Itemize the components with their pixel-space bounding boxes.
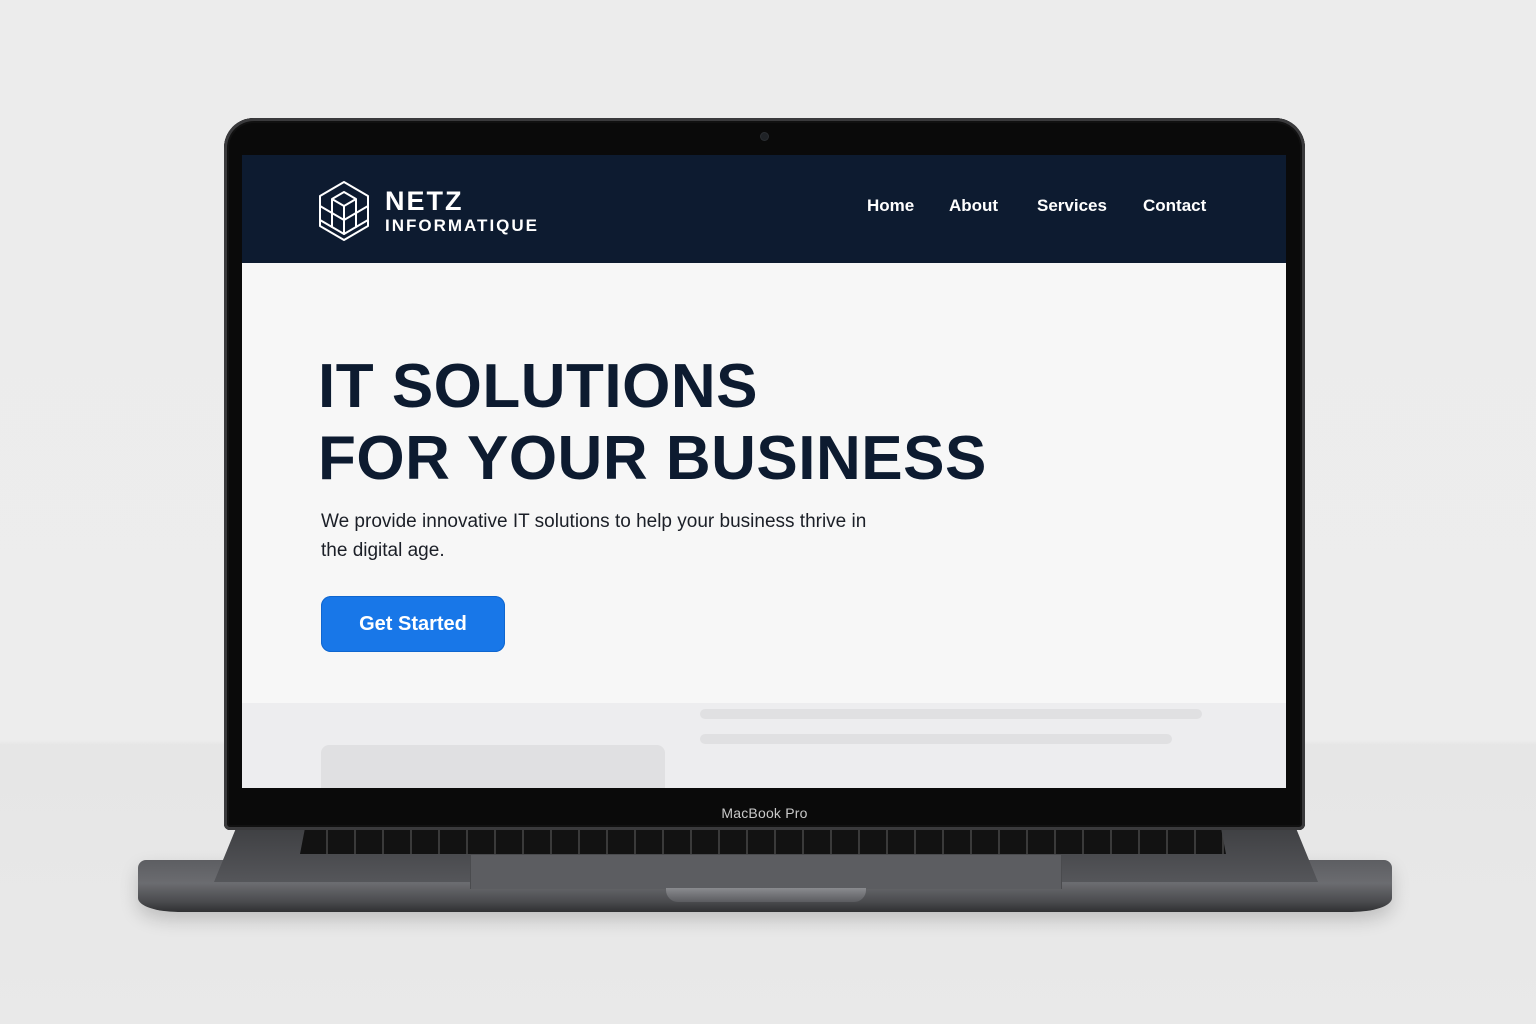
trackpad xyxy=(470,855,1062,889)
nav-contact[interactable]: Contact xyxy=(1143,196,1206,216)
laptop-lid: NETZ INFORMATIQUE Home About Services Co… xyxy=(224,118,1305,830)
text-placeholder-line xyxy=(700,734,1172,744)
nav-home[interactable]: Home xyxy=(867,196,914,216)
brand-tagline[interactable]: INFORMATIQUE xyxy=(385,216,539,236)
lid-open-notch xyxy=(666,888,866,902)
text-placeholder-line xyxy=(700,709,1202,719)
site-header: NETZ INFORMATIQUE Home About Services Co… xyxy=(242,155,1286,263)
get-started-button[interactable]: Get Started xyxy=(321,596,505,652)
hero-title-line1: IT SOLUTIONS xyxy=(318,352,758,421)
nav-services[interactable]: Services xyxy=(1037,196,1107,216)
hero-title: IT SOLUTIONS FOR YOUR BUSINESS xyxy=(318,351,987,495)
brand-name[interactable]: NETZ xyxy=(385,186,464,217)
features-section xyxy=(242,703,1286,788)
hero-title-line2: FOR YOUR BUSINESS xyxy=(318,424,987,493)
browser-viewport: NETZ INFORMATIQUE Home About Services Co… xyxy=(242,155,1286,788)
image-placeholder xyxy=(321,745,665,788)
hexagon-cube-logo-icon[interactable] xyxy=(316,180,372,242)
hero-subtitle: We provide innovative IT solutions to he… xyxy=(321,511,867,561)
nav-about[interactable]: About xyxy=(949,196,998,216)
camera-icon xyxy=(761,133,768,140)
device-model-label: MacBook Pro xyxy=(721,805,808,821)
keyboard-keys xyxy=(300,830,1226,854)
